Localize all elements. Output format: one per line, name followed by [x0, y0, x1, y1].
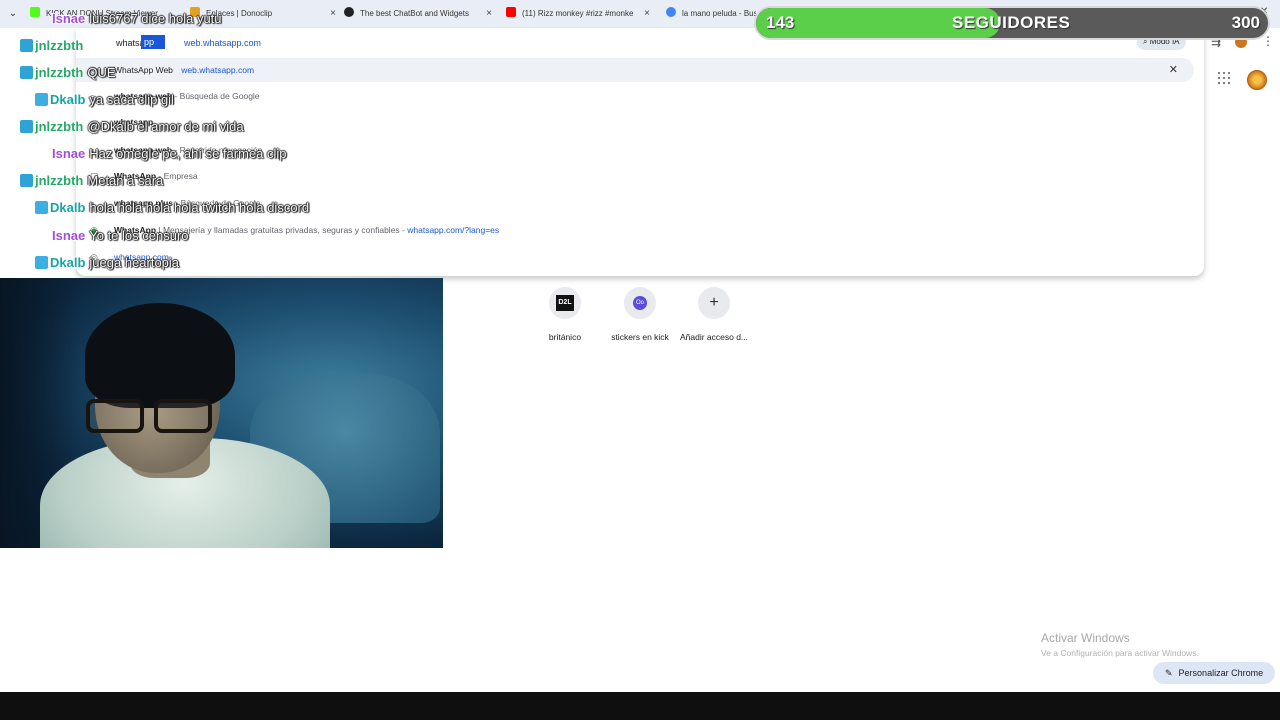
pencil-icon: ✎: [1165, 668, 1173, 678]
plus-icon: +: [709, 294, 719, 311]
chat-username: jnlzzbth: [35, 38, 84, 53]
chat-username: Isnae: [52, 11, 86, 26]
sword-badge-icon: [35, 93, 48, 106]
tab-3[interactable]: (11) Rizz monkey #rizz #monke ×: [506, 4, 654, 26]
google-icon: [666, 7, 676, 17]
chat-text: Haz omegle pe, ahí se farmea clip: [89, 146, 287, 161]
taskbar: [0, 692, 1280, 720]
chat-username: Isnae: [52, 228, 86, 243]
omnibox-autocomplete-selection: pp Web: [141, 35, 166, 61]
profile-avatar[interactable]: [1247, 70, 1267, 90]
shortcut-label: stickers en kick: [611, 332, 669, 342]
followers-goal-bar: 143 SEGUIDORES 300: [754, 6, 1270, 40]
chat-username: Isnae: [52, 146, 86, 161]
suggestion-subtitle: - Empresa: [158, 171, 198, 181]
gem-badge-icon: [20, 120, 33, 133]
suggestion-row[interactable]: ◎ WhatsApp Web web.whatsapp.com ✕: [76, 58, 1194, 82]
suggestion-link: whatsapp.com/?lang=es: [407, 225, 500, 235]
chat-username: jnlzzbth: [35, 65, 84, 80]
chat-message: jnlzzbth Metan a sara: [20, 171, 163, 191]
suggestion-title: WhatsApp Web: [114, 65, 173, 75]
chat-username: jnlzzbth: [35, 119, 84, 134]
followers-current: 143: [766, 13, 795, 32]
tab-2[interactable]: The best ChatBot and Widgets ×: [344, 4, 496, 26]
tab-title: The best ChatBot and Widgets: [360, 9, 469, 18]
chat-message: Isnae Haz omegle pe, ahí se farmea clip: [52, 144, 287, 164]
tab-title: la mano peluda - Bus: [682, 9, 756, 18]
chat-text: ya saca clip gil: [89, 92, 174, 107]
chat-text: juega heartopia: [89, 255, 180, 270]
chat-message: Dkalb juega heartopia: [35, 253, 179, 273]
customize-chrome-label: Personalizar Chrome: [1178, 668, 1264, 678]
webcam-feed: [0, 278, 443, 548]
customize-chrome-button[interactable]: ✎ Personalizar Chrome: [1153, 662, 1276, 684]
suggestion-row[interactable]: ▢ WhatsApp - Empresa: [76, 164, 1194, 188]
chat-message: Isnae Yo te los censuro: [52, 226, 189, 246]
chat-username: jnlzzbth: [35, 173, 84, 188]
omnibox-url-hint: web.whatsapp.com: [184, 38, 262, 48]
screen: ⌄ KICK AN DONU Stream Viewer × The best …: [0, 0, 1280, 720]
gem-badge-icon: [20, 66, 33, 79]
suggestion-subtitle: - Búsqueda de Google: [174, 91, 260, 101]
shortcut-label: británico: [548, 332, 582, 342]
sword-badge-icon: [35, 201, 48, 214]
remove-suggestion-button[interactable]: ✕: [1169, 58, 1178, 82]
kick-icon: [30, 7, 40, 17]
close-tab-icon[interactable]: ×: [644, 4, 650, 24]
suggestion-subtitle: | Mensajería y llamadas gratuitas privad…: [158, 225, 405, 235]
d2l-icon: D2L: [556, 295, 574, 311]
chat-message: jnlzzbth QUE: [20, 63, 116, 83]
chat-text: hola hola hola hola twitch hola discord: [89, 200, 310, 215]
youtube-icon: [506, 7, 516, 17]
followers-label: SEGUIDORES: [952, 13, 1071, 32]
activation-subtitle: Ve a Configuración para activar Windows.: [1041, 648, 1199, 658]
apps-grid-icon[interactable]: [1218, 72, 1230, 84]
chat-message: jnlzzbth: [20, 36, 87, 56]
close-tab-icon[interactable]: ×: [486, 4, 492, 24]
sword-badge-icon: [35, 256, 48, 269]
chat-message: jnlzzbth @Dkalb el amor de mi vida: [20, 117, 244, 137]
gem-badge-icon: [20, 39, 33, 52]
add-shortcut-button[interactable]: + Añadir acceso d...: [674, 287, 754, 342]
chat-username: Dkalb: [50, 255, 86, 270]
chat-text: QUE: [87, 65, 116, 80]
suggestion-row[interactable]: ◎ whatsapp.com: [76, 245, 1194, 269]
tab-4[interactable]: la mano peluda - Bus: [666, 4, 756, 26]
gem-badge-icon: [20, 174, 33, 187]
chat-message: Dkalb ya saca clip gil: [35, 90, 174, 110]
suggestion-row[interactable]: ⌕ whatsapp web - Búsqueda de Google: [76, 84, 1194, 108]
chat-message: Dkalb hola hola hola hola twitch hola dis…: [35, 198, 309, 218]
tab-title: (11) Rizz monkey #rizz #monke: [522, 9, 634, 18]
suggestion-link: web.whatsapp.com: [181, 65, 255, 75]
shortcut-label: Añadir acceso d...: [679, 332, 749, 342]
shortcut-britanico[interactable]: D2L británico: [525, 287, 605, 342]
chat-text: luis6767 dice hola yutu: [89, 11, 222, 26]
tab-search-icon[interactable]: ⌄: [6, 7, 20, 21]
shortcut-stickers[interactable]: Oo stickers en kick: [600, 287, 680, 342]
chat-username: Dkalb: [50, 92, 86, 107]
chat-message: Isnae luis6767 dice hola yutu: [52, 9, 222, 29]
chat-text: @Dkalb el amor de mi vida: [87, 119, 244, 134]
chat-username: Dkalb: [50, 200, 86, 215]
suggestion-row[interactable]: ◉ WhatsApp | Mensajería y llamadas gratu…: [76, 218, 1194, 242]
activation-title: Activar Windows: [1041, 631, 1130, 645]
followers-goal: 300: [1231, 13, 1260, 32]
oo-icon: Oo: [633, 296, 647, 310]
chat-text: Yo te los censuro: [89, 228, 189, 243]
chat-text: Metan a sara: [87, 173, 164, 188]
github-icon: [344, 7, 354, 17]
